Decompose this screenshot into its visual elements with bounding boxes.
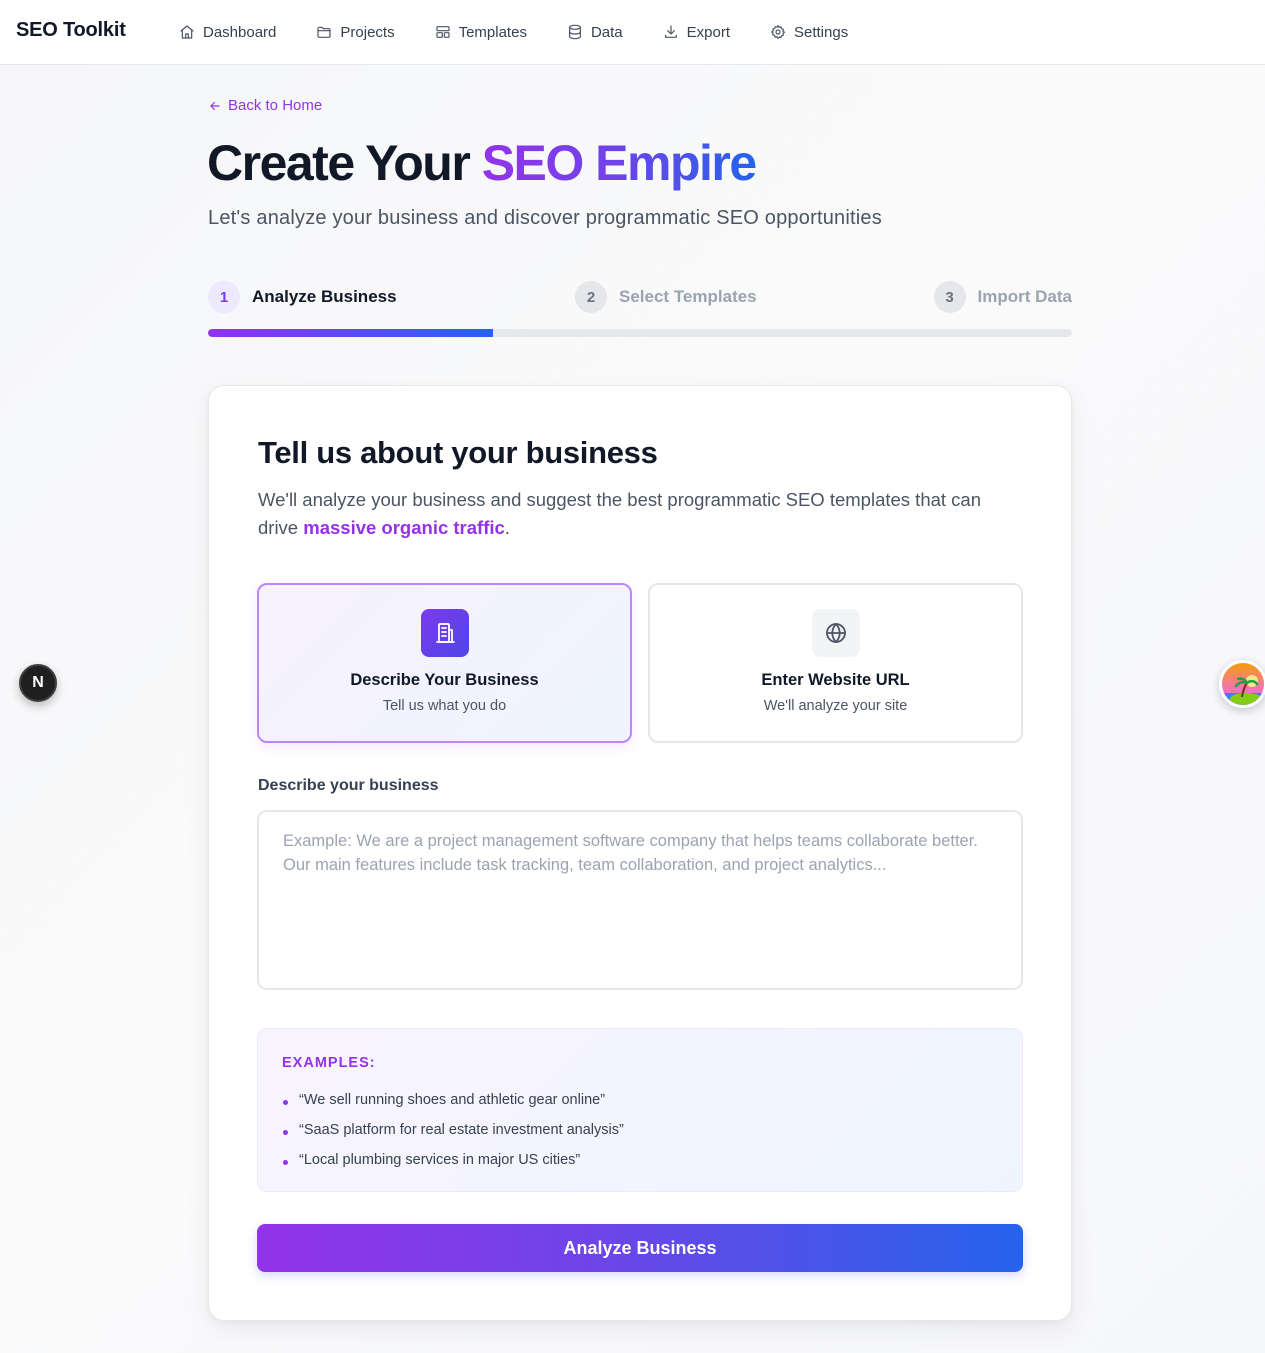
- bullet-icon: [283, 1129, 288, 1135]
- beach-avatar-icon: [1222, 663, 1264, 705]
- download-icon: [664, 25, 677, 38]
- nav-item-label: Data: [590, 23, 623, 41]
- business-description-input[interactable]: [257, 810, 1023, 990]
- page-title-highlight: SEO Empire: [481, 135, 758, 191]
- progress-bar: [208, 329, 1072, 337]
- home-icon: [180, 25, 194, 39]
- brand-logo[interactable]: SEO Toolkit: [16, 19, 126, 42]
- step-number: 3: [933, 281, 966, 313]
- step-analyze-business: 1 Analyze Business: [208, 281, 397, 313]
- globe-icon: [825, 623, 846, 643]
- progress-fill: [208, 329, 494, 337]
- examples-heading: EXAMPLES:: [282, 1055, 376, 1071]
- example-text: “Local plumbing services in major US cit…: [299, 1152, 581, 1168]
- nav-item-settings[interactable]: Settings: [770, 21, 848, 43]
- folder-icon: [317, 26, 331, 38]
- mode-icon-box: [811, 609, 860, 657]
- mode-describe-business[interactable]: Describe Your Business Tell us what you …: [257, 583, 632, 743]
- nav-item-label: Export: [686, 23, 730, 41]
- badge-letter: N: [32, 674, 44, 691]
- card-title: Tell us about your business: [258, 435, 658, 470]
- mode-title: Enter Website URL: [761, 671, 910, 689]
- step-label: Import Data: [977, 287, 1072, 306]
- nav-item-label: Dashboard: [203, 23, 277, 41]
- page-title: Create Your SEO Empire: [207, 134, 758, 192]
- mode-subtitle: We'll analyze your site: [763, 698, 908, 714]
- nav-item-label: Projects: [340, 23, 395, 41]
- page-subtitle: Let's analyze your business and discover…: [208, 207, 882, 229]
- dev-tools-badge[interactable]: N: [19, 664, 57, 702]
- examples-list: “We sell running shoes and athletic gear…: [283, 1085, 624, 1175]
- step-number: 2: [575, 281, 607, 313]
- nav-item-projects[interactable]: Projects: [316, 21, 395, 43]
- arrow-left-icon: [210, 101, 220, 110]
- example-text: “We sell running shoes and athletic gear…: [299, 1092, 606, 1108]
- nav-item-label: Settings: [794, 23, 849, 41]
- step-import-data: 3 Import Data: [933, 281, 1072, 313]
- nav-item-dashboard[interactable]: Dashboard: [179, 21, 276, 43]
- business-form-card: Tell us about your business We'll analyz…: [208, 385, 1072, 1321]
- card-description-end: .: [504, 517, 510, 538]
- card-description: We'll analyze your business and suggest …: [258, 486, 1018, 542]
- bullet-icon: [283, 1099, 288, 1105]
- example-item: “We sell running shoes and athletic gear…: [283, 1085, 624, 1115]
- back-to-home-link[interactable]: Back to Home: [208, 97, 322, 114]
- business-description-label: Describe your business: [258, 777, 439, 794]
- gear-icon: [771, 25, 786, 39]
- layout-icon: [435, 26, 450, 38]
- example-item: “Local plumbing services in major US cit…: [283, 1145, 624, 1175]
- examples-box: EXAMPLES: “We sell running shoes and ath…: [257, 1028, 1023, 1192]
- step-number: 1: [208, 281, 240, 313]
- step-label: Select Templates: [619, 287, 757, 306]
- mode-title: Describe Your Business: [350, 671, 539, 689]
- nav-item-templates[interactable]: Templates: [435, 21, 527, 43]
- page-title-plain: Create Your: [207, 135, 482, 191]
- card-description-highlight: massive organic traffic: [303, 517, 505, 538]
- nav-item-label: Templates: [458, 23, 527, 41]
- nav-item-export[interactable]: Export: [663, 21, 730, 43]
- top-nav: SEO Toolkit Dashboard Projects Templates…: [0, 0, 1265, 65]
- step-select-templates: 2 Select Templates: [575, 281, 757, 313]
- bullet-icon: [283, 1159, 288, 1165]
- building-icon: [435, 623, 455, 643]
- mode-subtitle: Tell us what you do: [382, 698, 507, 714]
- back-link-label: Back to Home: [228, 97, 323, 114]
- nav-links: Dashboard Projects Templates Data Export…: [179, 21, 888, 43]
- mode-website-url[interactable]: Enter Website URL We'll analyze your sit…: [648, 583, 1023, 743]
- nav-item-data[interactable]: Data: [567, 21, 623, 43]
- example-text: “SaaS platform for real estate investmen…: [299, 1122, 624, 1138]
- database-icon: [569, 24, 581, 40]
- floating-assistant-avatar[interactable]: [1219, 660, 1265, 708]
- stepper: 1 Analyze Business 2 Select Templates 3 …: [208, 281, 1072, 313]
- analyze-business-button[interactable]: Analyze Business: [257, 1224, 1023, 1272]
- example-item: “SaaS platform for real estate investmen…: [283, 1115, 624, 1145]
- step-label: Analyze Business: [252, 287, 397, 306]
- mode-icon-box: [420, 609, 469, 657]
